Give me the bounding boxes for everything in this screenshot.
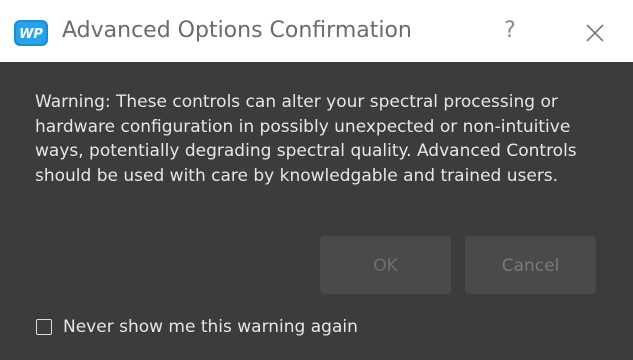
- close-icon[interactable]: [578, 16, 612, 50]
- confirmation-dialog: WP Advanced Options Confirmation ? Warni…: [0, 0, 633, 360]
- window-title: Advanced Options Confirmation: [62, 18, 412, 43]
- never-show-again-label[interactable]: Never show me this warning again: [63, 317, 358, 337]
- warning-message: Warning: These controls can alter your s…: [35, 92, 577, 186]
- wasatch-photonics-logo-icon: WP: [14, 20, 48, 46]
- never-show-again-checkbox[interactable]: [36, 319, 52, 335]
- never-show-again-option[interactable]: Never show me this warning again: [36, 314, 358, 340]
- help-button[interactable]: ?: [496, 14, 524, 48]
- cancel-button[interactable]: Cancel: [465, 236, 596, 294]
- title-bar[interactable]: WP Advanced Options Confirmation ?: [0, 0, 633, 62]
- logo-text: WP: [19, 27, 43, 42]
- ok-button[interactable]: OK: [320, 236, 451, 294]
